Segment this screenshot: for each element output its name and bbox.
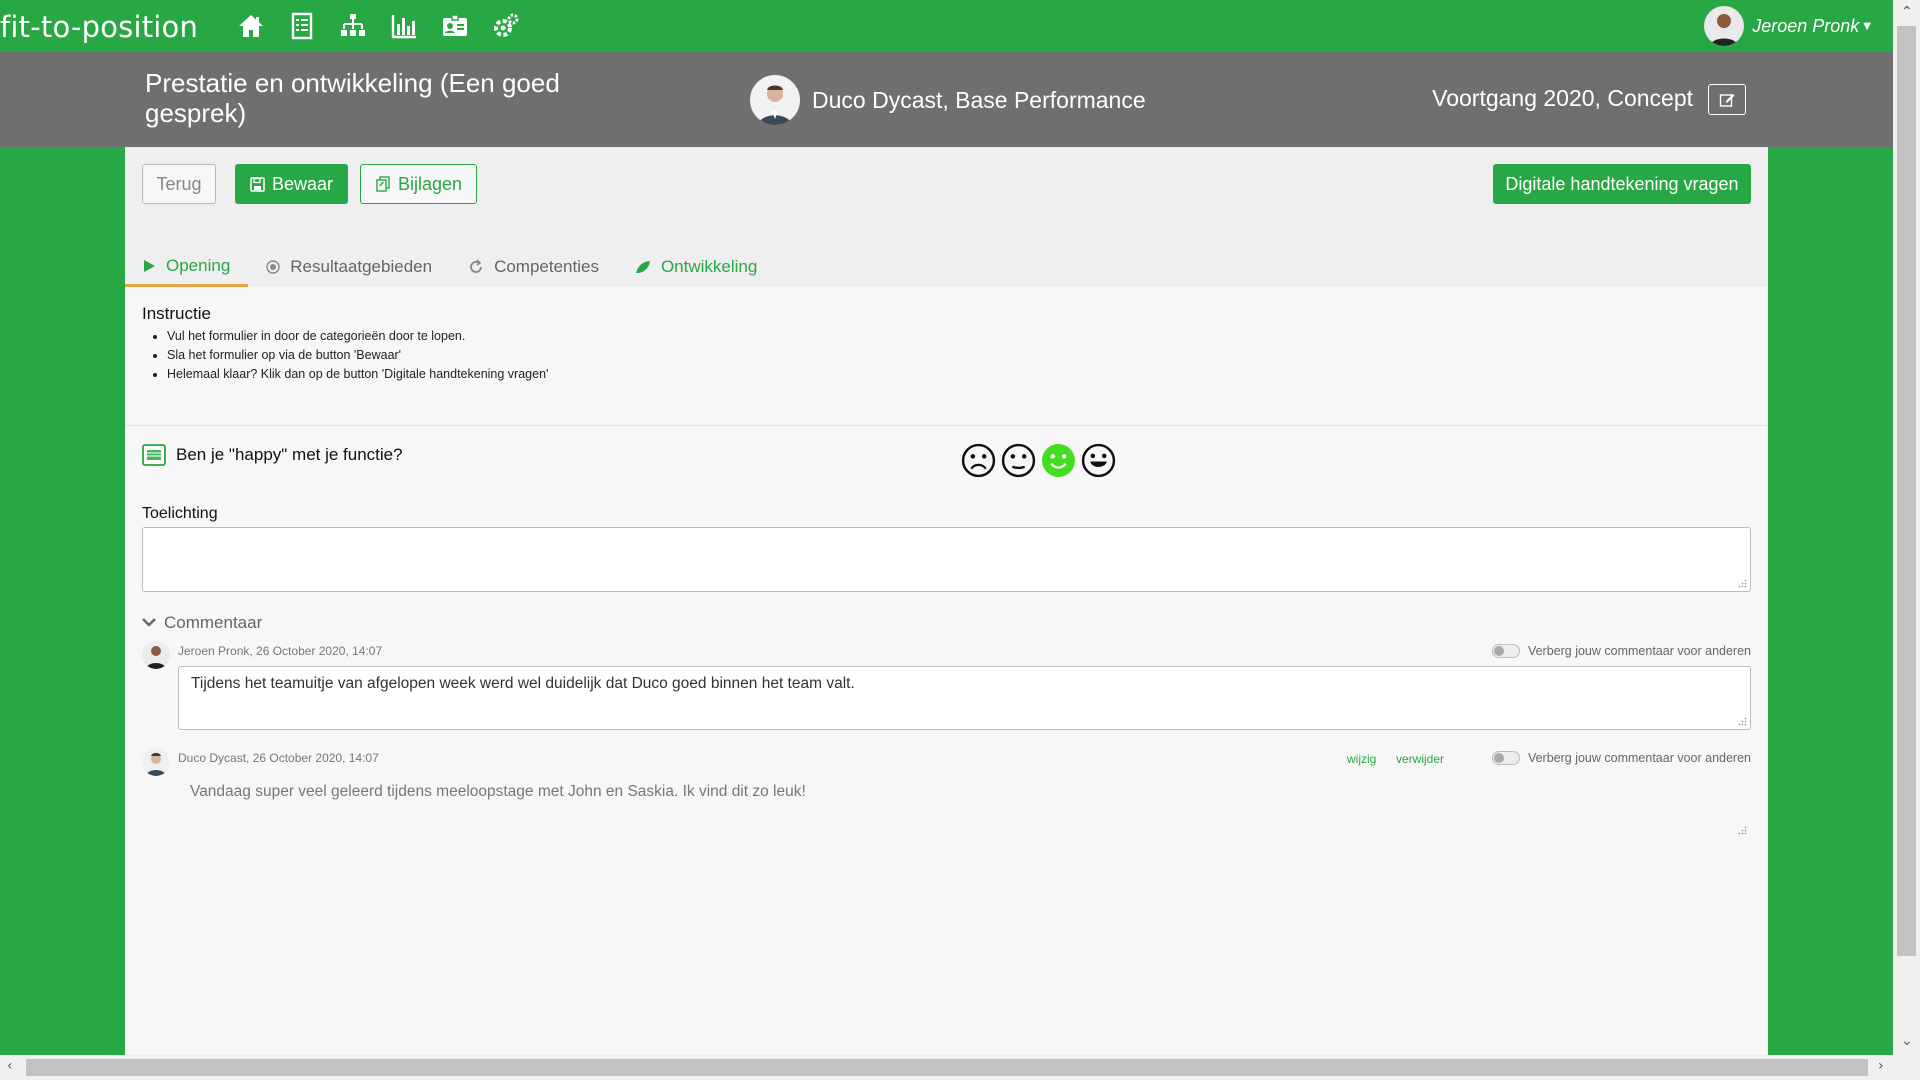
instruction-list: Vul het formulier in door de categorieën… xyxy=(142,327,548,384)
comment-author-avatar xyxy=(142,641,170,669)
delete-comment-link[interactable]: verwijder xyxy=(1396,752,1444,766)
instruction-title: Instructie xyxy=(142,304,211,323)
rating-smileys xyxy=(961,443,1116,478)
attachments-button[interactable]: Bijlagen xyxy=(360,164,477,204)
review-status: Voortgang 2020, Concept xyxy=(1432,85,1693,111)
horizontal-scroll-thumb[interactable] xyxy=(26,1059,1868,1076)
tab-label: Opening xyxy=(166,255,231,275)
comments-toggle[interactable]: Commentaar xyxy=(142,613,262,633)
employee-avatar xyxy=(750,75,800,125)
comment-author-avatar xyxy=(142,748,170,776)
page-title: Prestatie en ontwikkeling (Een goed gesp… xyxy=(145,68,560,128)
hide-comment-toggle[interactable] xyxy=(1491,644,1520,658)
resize-grip-icon xyxy=(1738,717,1747,726)
scroll-right-arrow[interactable]: › xyxy=(1878,1058,1884,1074)
comment-text: Vandaag super veel geleerd tijdens meelo… xyxy=(190,783,806,800)
chevron-down-icon xyxy=(142,618,156,627)
user-avatar xyxy=(1704,6,1745,46)
main-nav xyxy=(236,11,521,41)
user-menu[interactable]: Jeroen Pronk ▼ xyxy=(1704,6,1871,46)
org-chart-icon[interactable] xyxy=(338,11,368,41)
instruction-item: Sla het formulier op via de button 'Bewa… xyxy=(167,346,548,365)
smile-face-icon-selected[interactable] xyxy=(1041,443,1076,478)
hide-comment-label: Verberg jouw commentaar voor anderen xyxy=(1527,644,1751,658)
scroll-down-arrow[interactable]: ⌄ xyxy=(1901,1033,1913,1049)
vertical-scroll-thumb[interactable] xyxy=(1897,26,1916,956)
save-button[interactable]: Bewaar xyxy=(235,164,348,204)
edit-icon xyxy=(1719,93,1735,107)
home-icon[interactable] xyxy=(236,11,266,41)
hide-comment-toggle-row: Verberg jouw commentaar voor anderen xyxy=(1491,644,1751,658)
user-name: Jeroen Pronk xyxy=(1752,15,1860,36)
neutral-face-icon[interactable] xyxy=(1001,443,1036,478)
attachments-label: Bijlagen xyxy=(397,173,463,194)
question-text: Ben je "happy" met je functie? xyxy=(176,445,403,464)
hide-comment-toggle[interactable] xyxy=(1491,751,1520,765)
checklist-icon[interactable] xyxy=(287,11,317,41)
bar-chart-icon[interactable] xyxy=(389,11,419,41)
leaf-icon xyxy=(635,261,650,273)
caret-down-icon: ▼ xyxy=(1863,20,1871,32)
tab-ontwikkeling[interactable]: Ontwikkeling xyxy=(617,247,775,287)
floppy-icon xyxy=(250,176,265,192)
back-button[interactable]: Terug xyxy=(142,164,216,204)
target-icon xyxy=(266,260,280,274)
instruction-block: Instructie Vul het formulier in door de … xyxy=(142,304,548,384)
hide-comment-toggle-row: Verberg jouw commentaar voor anderen xyxy=(1491,751,1751,765)
edit-comment-link[interactable]: wijzig xyxy=(1347,752,1376,766)
brand-logo[interactable]: fit-to-position xyxy=(0,10,198,44)
resize-grip-icon xyxy=(1738,579,1747,588)
toolbar: Terug Bewaar Bijlagen Digitale handteken… xyxy=(125,147,1768,287)
edit-button[interactable] xyxy=(1708,84,1746,115)
comment-textarea[interactable]: Tijdens het teamuitje van afgelopen week… xyxy=(178,666,1751,730)
question-row: Ben je "happy" met je functie? xyxy=(142,444,403,466)
tab-label: Ontwikkeling xyxy=(660,257,758,276)
employee-info: Duco Dycast, Base Performance xyxy=(750,75,1146,125)
refresh-icon xyxy=(470,259,482,273)
play-icon xyxy=(144,259,155,272)
vertical-scrollbar[interactable]: ⌃ ⌄ xyxy=(1893,0,1920,1055)
form-icon xyxy=(142,444,166,466)
tab-resultaatgebieden[interactable]: Resultaatgebieden xyxy=(248,247,450,287)
tab-label: Competenties xyxy=(494,257,599,276)
resize-grip-icon[interactable] xyxy=(1738,826,1747,835)
tab-competenties[interactable]: Competenties xyxy=(450,247,617,287)
scroll-up-arrow[interactable]: ⌃ xyxy=(1901,4,1913,20)
explanation-textarea[interactable] xyxy=(142,527,1751,592)
employee-name: Duco Dycast, Base Performance xyxy=(812,86,1146,113)
page-header: Prestatie en ontwikkeling (Een goed gesp… xyxy=(0,52,1893,147)
comment-text: Tijdens het teamuitje van afgelopen week… xyxy=(191,675,855,692)
section-tabs: Opening Resultaatgebieden Competenties O… xyxy=(125,247,775,287)
section-divider xyxy=(125,425,1768,426)
tab-label: Resultaatgebieden xyxy=(290,257,433,276)
comment-meta: Jeroen Pronk, 26 October 2020, 14:07 xyxy=(178,644,383,658)
comment-meta: Duco Dycast, 26 October 2020, 14:07 xyxy=(178,751,379,765)
instruction-item: Vul het formulier in door de categorieën… xyxy=(167,327,548,346)
id-card-icon[interactable] xyxy=(440,11,470,41)
instruction-item: Helemaal klaar? Klik dan op de button 'D… xyxy=(167,365,548,384)
scroll-left-arrow[interactable]: ‹ xyxy=(7,1058,13,1074)
explanation-label: Toelichting xyxy=(142,505,218,522)
attachment-icon xyxy=(376,176,390,192)
laugh-face-icon[interactable] xyxy=(1081,443,1116,478)
settings-icon[interactable] xyxy=(491,11,521,41)
comments-title: Commentaar xyxy=(164,613,263,632)
save-label: Bewaar xyxy=(271,173,334,194)
tab-opening[interactable]: Opening xyxy=(125,247,249,287)
request-signature-button[interactable]: Digitale handtekening vragen xyxy=(1493,164,1751,204)
hide-comment-label: Verberg jouw commentaar voor anderen xyxy=(1527,751,1751,765)
top-navbar: fit-to-position Jeroen Pronk ▼ xyxy=(0,0,1893,52)
form-panel: Terug Bewaar Bijlagen Digitale handteken… xyxy=(125,147,1768,1055)
horizontal-scrollbar[interactable]: ‹ › xyxy=(0,1055,1920,1080)
sad-face-icon[interactable] xyxy=(961,443,996,478)
